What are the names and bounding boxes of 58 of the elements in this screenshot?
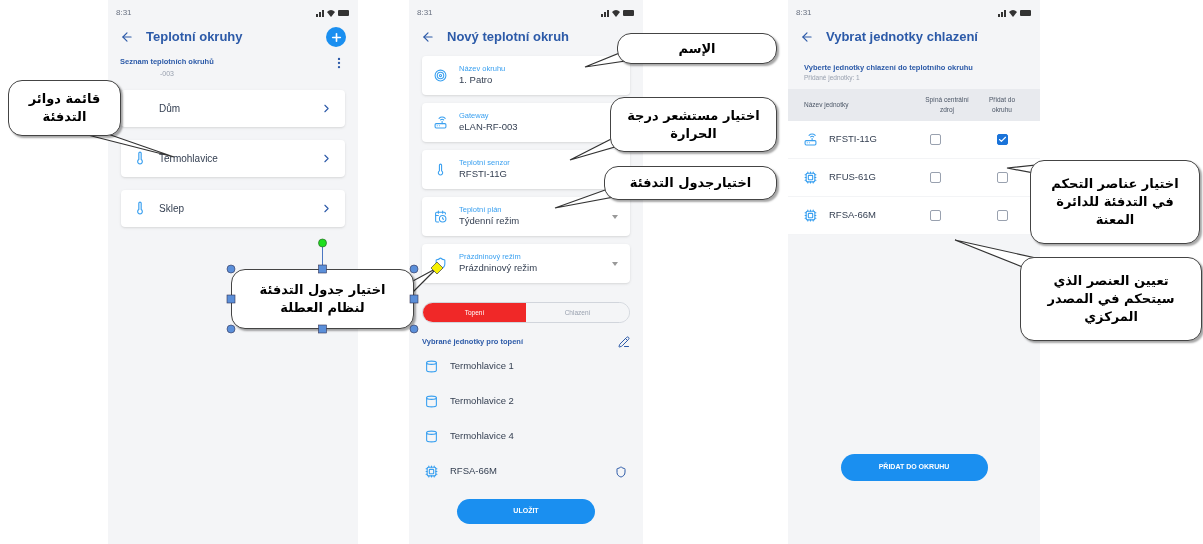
circuit-name: Sklep	[159, 201, 185, 216]
chip-icon	[425, 465, 438, 478]
dropdown-icon	[612, 261, 618, 266]
status-icons	[316, 9, 350, 17]
screen-title: Vybrat jednotky chlazení	[826, 28, 979, 47]
checkbox[interactable]	[929, 210, 941, 221]
unit-name: Termohlavice 2	[450, 394, 515, 409]
unit-name: Termohlavice 4	[450, 429, 515, 444]
chip-icon	[804, 209, 817, 222]
unit-name: RFUS-61G	[829, 170, 877, 185]
back-icon[interactable]	[800, 30, 814, 44]
status-icons	[601, 9, 635, 17]
status-time: 8:31	[116, 7, 132, 19]
field-value: 1. Patro	[459, 72, 494, 87]
adjust-handle-icon	[431, 262, 443, 274]
unit-name: RFSTI-11G	[829, 132, 878, 147]
unit-name: RFSA-66M	[829, 208, 877, 223]
checkbox[interactable]	[996, 172, 1008, 183]
dropdown-icon	[612, 214, 618, 219]
valve-icon	[425, 430, 438, 443]
screen-title: Nový teplotní okruh	[447, 28, 571, 47]
device-icon	[804, 133, 817, 146]
circuit-card[interactable]: Sklep	[121, 189, 345, 227]
unit-row[interactable]: RFSTI-11G	[788, 121, 1040, 159]
back-icon[interactable]	[120, 30, 134, 44]
valve-icon	[425, 395, 438, 408]
callout-tooltip: اختيار عناصر التحكم في التدفئة للدائرة المعنة	[1030, 160, 1200, 244]
status-time: 8:31	[417, 7, 433, 19]
screen-title: Teplotní okruhy	[146, 28, 244, 47]
field-value: Prázdninový režim	[459, 261, 539, 275]
back-icon[interactable]	[421, 30, 435, 44]
circuit-name: Dům	[159, 101, 182, 116]
unit-name: Termohlavice 1	[450, 359, 515, 374]
unit-name: RFSA-66M	[450, 464, 498, 479]
target-icon	[434, 69, 447, 82]
callout-tooltip: اختيار جدول التدفئة لنظام العطلة	[231, 269, 414, 329]
circuit-card[interactable]: Dům	[121, 89, 345, 127]
field-value: eLAN-RF-003	[459, 120, 519, 134]
router-icon	[434, 116, 447, 129]
callout-tooltip: اختيارجدول التدفئة	[604, 166, 777, 200]
callout-tooltip: اختيار مستشعر درجة الحرارة	[610, 97, 777, 152]
add-button[interactable]	[326, 27, 346, 47]
chip-icon	[804, 171, 817, 184]
checkbox[interactable]	[996, 210, 1008, 221]
checkbox[interactable]	[929, 172, 941, 183]
status-time: 8:31	[796, 7, 812, 19]
field-value: RFSTI-11G	[459, 167, 508, 181]
callout-tooltip: تعيين العنصر الذي سيتحكم في المصدر المركزي	[1020, 257, 1202, 341]
plus-icon	[329, 30, 343, 44]
circuit-name: Termohlavice	[159, 151, 219, 166]
checkbox[interactable]	[996, 134, 1008, 145]
edit-icon[interactable]	[618, 336, 630, 348]
valve-icon	[425, 360, 438, 373]
field-value: Týdenní režim	[459, 214, 521, 228]
shield-icon	[434, 257, 447, 270]
calendar-icon	[434, 210, 447, 223]
checkbox[interactable]	[929, 134, 941, 145]
status-icons	[998, 9, 1032, 17]
